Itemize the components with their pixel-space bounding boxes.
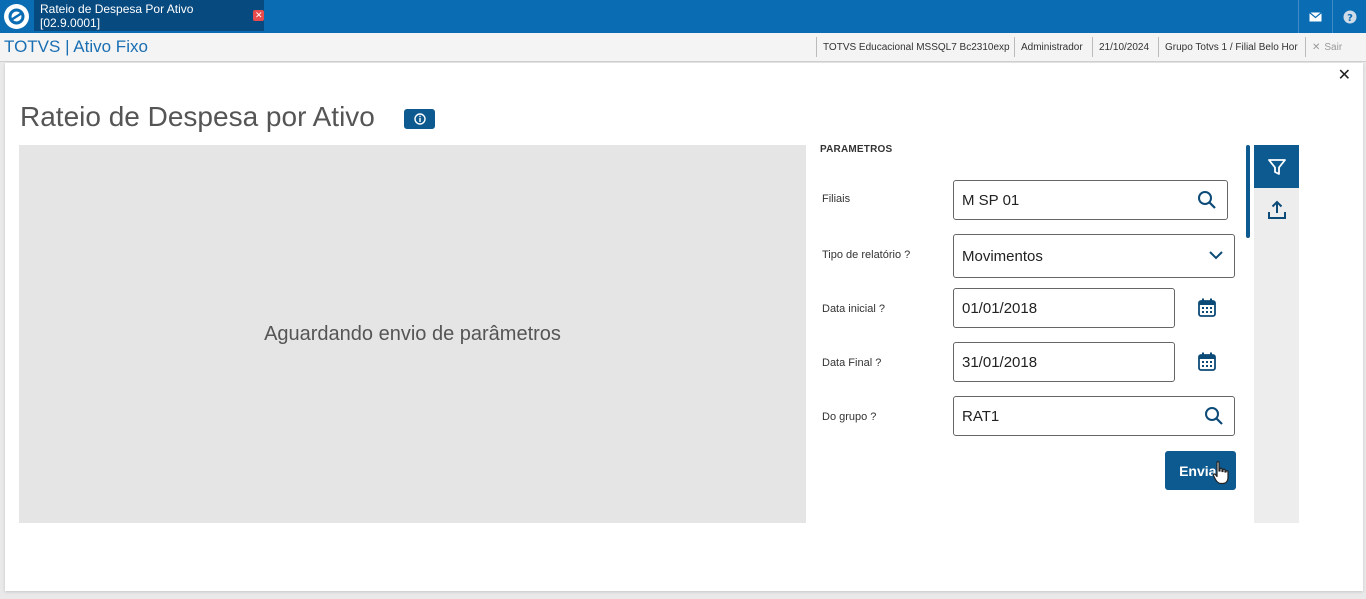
data-inicial-input[interactable]: 01/01/2018	[953, 288, 1175, 328]
exit-button[interactable]: ✕ Sair	[1305, 37, 1348, 57]
upload-icon	[1267, 200, 1286, 219]
export-button[interactable]	[1254, 188, 1299, 231]
filter-button[interactable]	[1254, 145, 1299, 188]
params-section-title: PARAMETROS	[820, 144, 893, 155]
params-scrollbar[interactable]	[1246, 145, 1250, 238]
search-icon[interactable]	[1197, 190, 1217, 210]
info-icon	[413, 113, 426, 125]
tipo-relatorio-value: Movimentos	[962, 247, 1043, 265]
preview-message: Aguardando envio de parâmetros	[264, 322, 561, 345]
info-button[interactable]	[404, 109, 435, 129]
help-icon: ?	[1343, 10, 1356, 24]
data-final-value: 31/01/2018	[962, 353, 1038, 371]
tab-title: Rateio de Despesa Por Ativo [02.9.0001]	[40, 1, 194, 30]
mail-icon	[1309, 11, 1322, 21]
help-button[interactable]: ?	[1332, 0, 1366, 33]
filter-icon	[1267, 158, 1286, 175]
filiais-value: M SP 01	[962, 191, 1020, 209]
search-icon[interactable]	[1204, 406, 1224, 426]
calendar-icon[interactable]	[1198, 352, 1216, 371]
top-bar: Rateio de Despesa Por Ativo [02.9.0001] …	[0, 0, 1366, 33]
tipo-relatorio-select[interactable]: Movimentos	[953, 234, 1235, 278]
svg-text:?: ?	[1347, 13, 1353, 24]
tipo-relatorio-label: Tipo de relatório ?	[822, 249, 911, 261]
data-final-input[interactable]: 31/01/2018	[953, 342, 1175, 382]
data-inicial-value: 01/01/2018	[962, 299, 1038, 317]
user-info: Administrador	[1014, 37, 1089, 57]
do-grupo-value: RAT1	[962, 407, 1000, 425]
calendar-icon[interactable]	[1198, 298, 1216, 317]
report-preview-area: Aguardando envio de parâmetros	[19, 145, 806, 523]
company-info: Grupo Totvs 1 / Filial Belo Hor	[1158, 37, 1304, 57]
page-title: Rateio de Despesa por Ativo	[20, 101, 375, 132]
date-info: 21/10/2024	[1092, 37, 1155, 57]
exit-close-icon: ✕	[1312, 41, 1321, 53]
cursor-hand-icon	[1212, 461, 1229, 485]
app-brand: TOTVS | Ativo Fixo	[4, 37, 148, 56]
filiais-input[interactable]: M SP 01	[953, 180, 1228, 220]
environment-info: TOTVS Educacional MSSQL7 Bc2310exp	[816, 37, 1016, 57]
side-toolbar	[1254, 145, 1299, 523]
filiais-label: Filiais	[822, 193, 851, 205]
mail-button[interactable]	[1298, 0, 1332, 33]
do-grupo-label: Do grupo ?	[822, 411, 877, 423]
main-panel: ✕ Rateio de Despesa por Ativo Aguardando…	[5, 63, 1363, 591]
close-icon[interactable]: ✕	[1338, 65, 1351, 85]
header-bar: TOTVS | Ativo Fixo TOTVS Educacional MSS…	[0, 33, 1366, 62]
chevron-down-icon	[1209, 251, 1223, 260]
tab-close-icon[interactable]: ✕	[253, 10, 264, 21]
tab-rateio[interactable]: Rateio de Despesa Por Ativo [02.9.0001] …	[34, 0, 264, 31]
data-inicial-label: Data inicial ?	[822, 303, 885, 315]
do-grupo-input[interactable]: RAT1	[953, 396, 1235, 436]
exit-label: Sair	[1324, 41, 1343, 53]
totvs-logo-icon[interactable]	[4, 4, 29, 29]
data-final-label: Data Final ?	[822, 357, 882, 369]
